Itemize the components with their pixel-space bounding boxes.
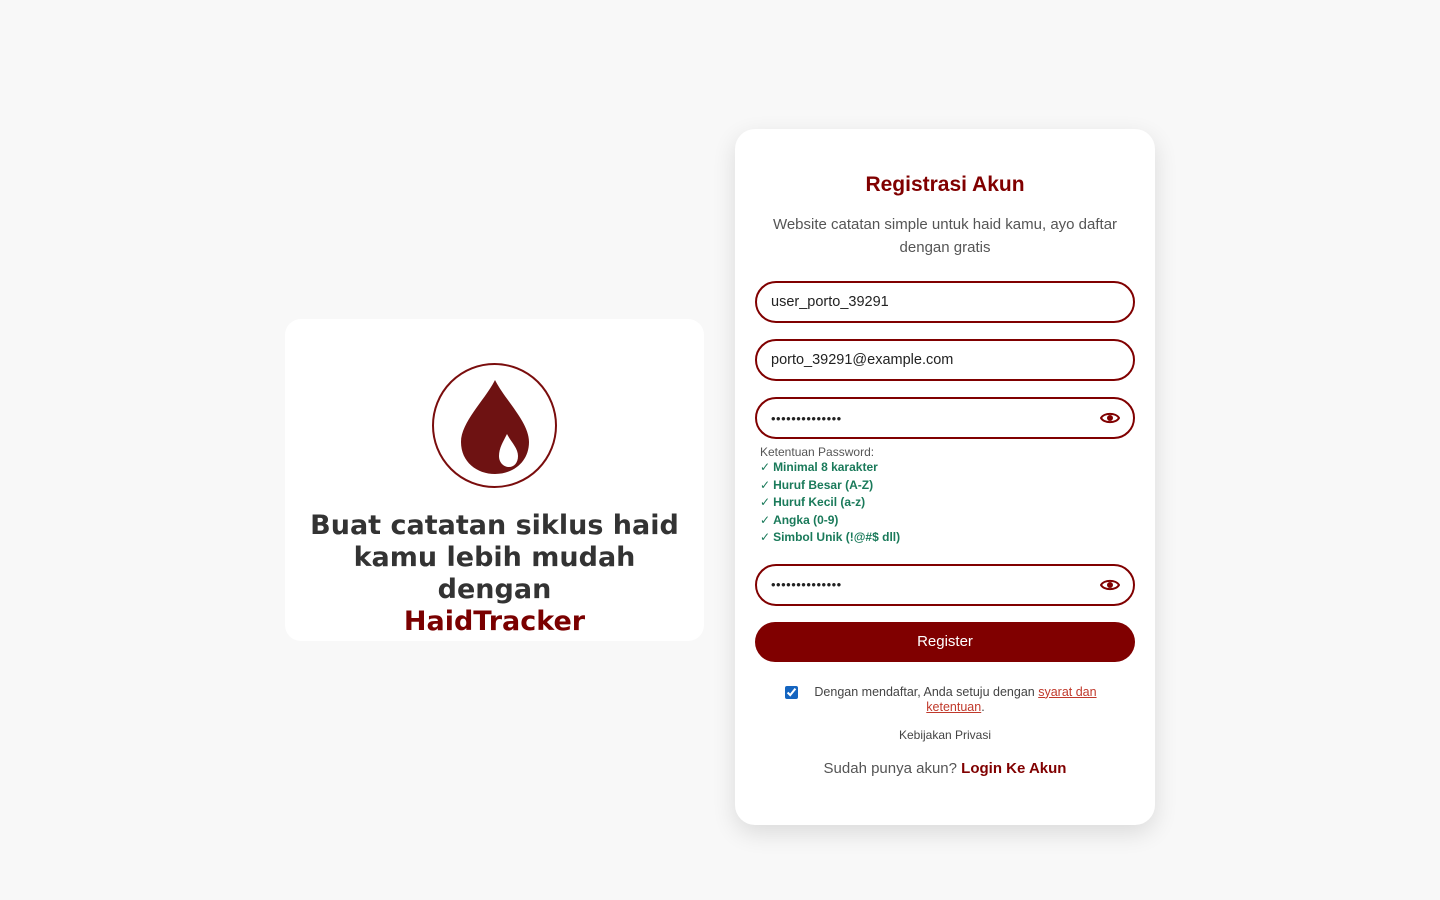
page-title: Registrasi Akun [865, 173, 1025, 196]
hero-line-1: Buat catatan siklus haid [310, 510, 679, 541]
username-value: user_porto_39291 [771, 294, 889, 310]
terms-agreement: Dengan mendaftar, Anda setuju dengan sya… [755, 685, 1135, 715]
rule-item: ✓ Huruf Besar (A-Z) [760, 477, 1135, 495]
rule-item: ✓ Huruf Kecil (a-z) [760, 494, 1135, 512]
check-icon: ✓ [760, 530, 771, 544]
blood-drop-icon [460, 379, 529, 474]
password-field[interactable]: •••••••••••••• [755, 397, 1135, 439]
password-rules: Ketentuan Password: ✓ Minimal 8 karakter … [755, 445, 1135, 547]
terms-prefix: Dengan mendaftar, Anda setuju dengan [814, 684, 1035, 699]
hero-card: Buat catatan siklus haid kamu lebih muda… [285, 319, 704, 641]
privacy-policy-link[interactable]: Kebijakan Privasi [755, 728, 1135, 742]
username-field[interactable]: user_porto_39291 [755, 281, 1135, 323]
hero-line-2: kamu lebih mudah dengan [353, 542, 636, 605]
login-prompt-row: Sudah punya akun? Login Ke Akun [755, 760, 1135, 777]
hero-headline: Buat catatan siklus haid kamu lebih muda… [305, 510, 685, 638]
check-icon: ✓ [760, 477, 771, 492]
email-value: porto_39291@example.com [771, 352, 954, 368]
page-subtitle: Website catatan simple untuk haid kamu, … [772, 216, 1118, 256]
confirm-password-value: •••••••••••••• [771, 577, 842, 592]
registration-card: Registrasi Akun Website catatan simple u… [735, 129, 1155, 825]
login-prompt: Sudah punya akun? [823, 759, 957, 777]
terms-text: Dengan mendaftar, Anda setuju dengan sya… [806, 685, 1106, 715]
rule-label: Huruf Besar (A-Z) [773, 477, 874, 492]
rule-label: Huruf Kecil (a-z) [773, 495, 866, 509]
terms-suffix: . [981, 699, 985, 714]
rule-label: Minimal 8 karakter [773, 460, 878, 474]
check-icon: ✓ [760, 460, 771, 474]
show-confirm-password-eye-icon[interactable] [1099, 574, 1121, 596]
logo [432, 363, 557, 488]
password-rules-title: Ketentuan Password: [760, 445, 875, 459]
confirm-password-field[interactable]: •••••••••••••• [755, 563, 1135, 606]
show-password-eye-icon[interactable] [1099, 407, 1121, 429]
terms-checkbox[interactable] [784, 685, 798, 699]
login-link[interactable]: Login Ke Akun [961, 760, 1066, 777]
rule-label: Angka (0-9) [773, 512, 839, 527]
brand-name: HaidTracker [403, 606, 586, 637]
email-field[interactable]: porto_39291@example.com [755, 339, 1135, 381]
rule-item: ✓ Simbol Unik (!@#$ dll) [760, 529, 1135, 547]
rule-item: ✓ Angka (0-9) [760, 512, 1135, 530]
register-button[interactable]: Register [755, 621, 1135, 662]
rule-label: Simbol Unik (!@#$ dll) [773, 530, 901, 544]
rule-item: ✓ Minimal 8 karakter [760, 459, 1135, 477]
password-value: •••••••••••••• [771, 410, 842, 426]
check-icon: ✓ [760, 512, 771, 527]
check-icon: ✓ [760, 495, 771, 509]
